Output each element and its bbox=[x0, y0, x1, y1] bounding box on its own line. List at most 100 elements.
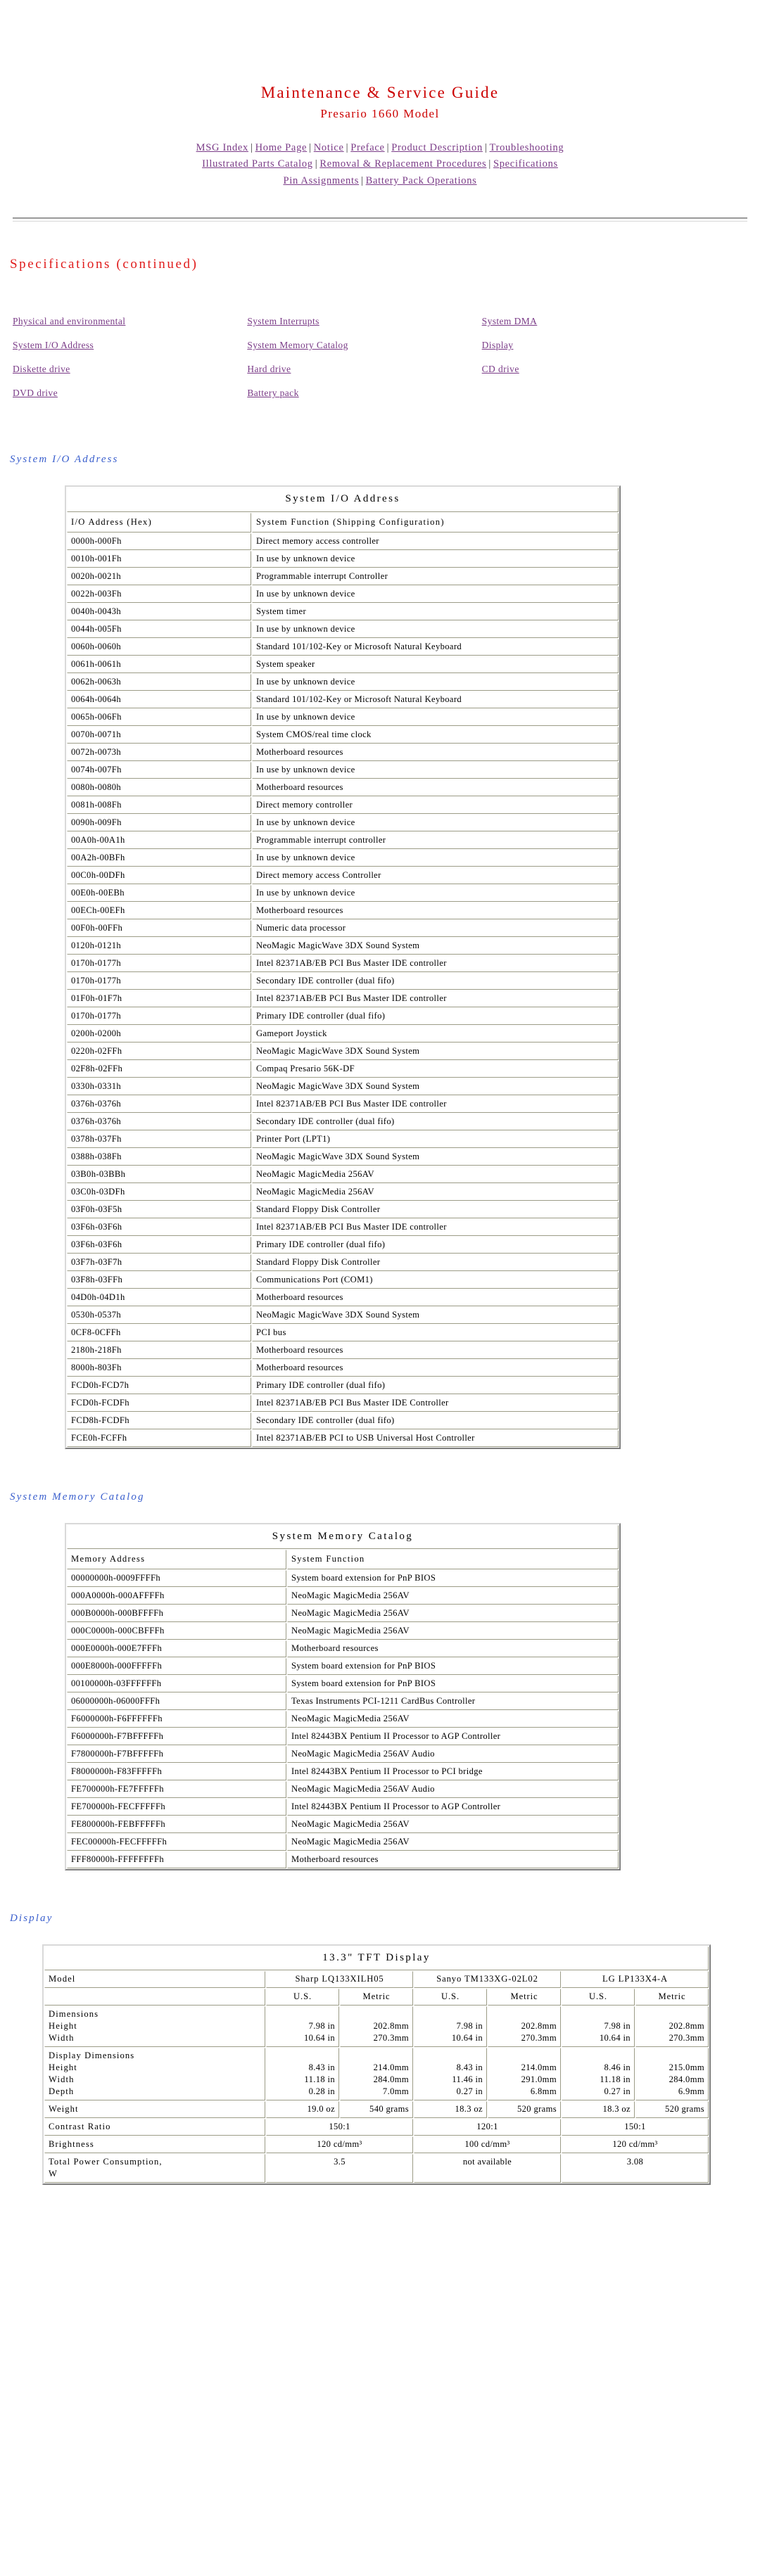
io-function-cell: Intel 82371AB/EB PCI Bus Master IDE Cont… bbox=[252, 1394, 619, 1412]
table-row: 2180h-218Fh Motherboard resources bbox=[67, 1341, 619, 1359]
table-row: Brightness 120 cd/mm³ 100 cd/mm³ 120 cd/mm³ bbox=[44, 2136, 709, 2154]
table-row: Contrast Ratio 150:1 120:1 150:1 bbox=[44, 2119, 709, 2136]
link-grid-row: System I/O Address System Memory Catalog D… bbox=[13, 340, 716, 364]
io-function-cell: Compaq Presario 56K-DF bbox=[252, 1060, 619, 1078]
nav-link-notice[interactable]: Notice bbox=[314, 142, 344, 153]
io-address-cell: 0120h-0121h bbox=[67, 937, 251, 955]
display-value-cell: 520 grams bbox=[635, 2101, 709, 2119]
table-row: 00000000h-0009FFFFh System board extensio… bbox=[67, 1569, 619, 1587]
display-value-cell: 120:1 bbox=[414, 2119, 561, 2136]
io-address-cell: 0378h-037Fh bbox=[67, 1130, 251, 1148]
table-row: F6000000h-F7BFFFFFh Intel 82443BX Pentium… bbox=[67, 1728, 619, 1745]
spec-link-diskette-drive[interactable]: Diskette drive bbox=[13, 364, 70, 374]
document-title: Maintenance & Service Guide bbox=[260, 84, 500, 101]
display-value-line: 18.3 oz bbox=[602, 2104, 631, 2115]
io-function-cell: In use by unknown device bbox=[252, 673, 619, 691]
io-function-cell: Direct memory access Controller bbox=[252, 867, 619, 884]
memory-function-cell: NeoMagic MagicMedia 256AV bbox=[287, 1833, 619, 1851]
display-value-cell: 150:1 bbox=[266, 2119, 414, 2136]
io-address-cell: 8000h-803Fh bbox=[67, 1359, 251, 1377]
display-row-label-line: Depth bbox=[49, 2086, 75, 2097]
display-value-cell: 120 cd/mm³ bbox=[266, 2136, 414, 2154]
io-address-cell: 0070h-0071h bbox=[67, 726, 251, 744]
table-row: 00F0h-00FFh Numeric data processor bbox=[67, 919, 619, 937]
io-function-cell: Gameport Joystick bbox=[252, 1025, 619, 1042]
memory-address-cell: F6000000h-F7BFFFFFh bbox=[67, 1728, 286, 1745]
display-value-line: 10.64 in bbox=[303, 2033, 336, 2043]
io-address-cell: 04D0h-04D1h bbox=[67, 1289, 251, 1306]
display-value-line: 18.3 oz bbox=[455, 2104, 483, 2115]
spec-link-physical-and-environmental[interactable]: Physical and environmental bbox=[13, 316, 125, 326]
io-function-cell: Motherboard resources bbox=[252, 902, 619, 919]
spec-link-system-memory-catalog[interactable]: System Memory Catalog bbox=[247, 340, 348, 350]
nav-link-home-page[interactable]: Home Page bbox=[255, 142, 308, 153]
spec-link-system-dma[interactable]: System DMA bbox=[482, 316, 538, 326]
nav-link-removal-replacement-procedures[interactable]: Removal & Replacement Procedures bbox=[319, 158, 486, 170]
table-row: 00100000h-03FFFFFFh System board extensio… bbox=[67, 1675, 619, 1692]
display-value-cell: 540 grams bbox=[340, 2101, 414, 2119]
nav-row-3: Pin Assignments | Battery Pack Operations bbox=[0, 173, 760, 189]
system-io-address-table-wrap: System I/O Address I/O Address (Hex) Sys… bbox=[0, 485, 760, 1449]
io-address-cell: 0060h-0060h bbox=[67, 638, 251, 656]
system-io-address-table: System I/O Address I/O Address (Hex) Sys… bbox=[65, 485, 621, 1449]
nav-link-battery-pack-operations[interactable]: Battery Pack Operations bbox=[366, 175, 477, 186]
table-row: Display Dimensions Height Width Depth 8.43 … bbox=[44, 2048, 709, 2101]
document-subtitle: Presario 1660 Model bbox=[320, 106, 440, 120]
io-function-cell: PCI bus bbox=[252, 1324, 619, 1341]
display-value-line bbox=[566, 2008, 631, 2020]
display-row-label-line: W bbox=[49, 2169, 58, 2179]
spec-link-cd-drive[interactable]: CD drive bbox=[482, 364, 519, 374]
display-value-cell: 7.98 in 10.64 in bbox=[414, 2006, 487, 2048]
nav-link-msg-index[interactable]: MSG Index bbox=[196, 142, 248, 153]
display-value-cell: 7.98 in 10.64 in bbox=[561, 2006, 635, 2048]
table-row: 0022h-003Fh In use by unknown device bbox=[67, 585, 619, 603]
io-address-cell: 0376h-0376h bbox=[67, 1095, 251, 1113]
spec-link-system-interrupts[interactable]: System Interrupts bbox=[247, 316, 319, 326]
spec-link-hard-drive[interactable]: Hard drive bbox=[247, 364, 291, 374]
io-function-cell: Motherboard resources bbox=[252, 744, 619, 761]
table-caption: System I/O Address bbox=[67, 487, 619, 512]
display-row-label-line: Weight bbox=[49, 2104, 79, 2115]
io-address-cell: 0062h-0063h bbox=[67, 673, 251, 691]
table-row: 0220h-02FFh NeoMagic MagicWave 3DX Sound … bbox=[67, 1042, 619, 1060]
table-row: 000B0000h-000BFFFFh NeoMagic MagicMedia 2… bbox=[67, 1605, 619, 1622]
display-value-line: 202.8mm bbox=[521, 2021, 557, 2032]
display-value-line: 270.3mm bbox=[669, 2033, 704, 2043]
display-value-line bbox=[270, 2050, 335, 2062]
display-value-line bbox=[492, 2008, 557, 2020]
table-row: 0330h-0331h NeoMagic MagicWave 3DX Sound … bbox=[67, 1078, 619, 1095]
table-row: FE800000h-FEBFFFFFh NeoMagic MagicMedia 2… bbox=[67, 1816, 619, 1833]
memory-function-cell: Intel 82443BX Pentium II Processor to PC… bbox=[287, 1763, 619, 1780]
display-row-label-line: Width bbox=[49, 2074, 75, 2085]
table-row: 0000h-000Fh Direct memory access controll… bbox=[67, 533, 619, 550]
memory-address-cell: FFF80000h-FFFFFFFFh bbox=[67, 1851, 286, 1868]
spec-link-battery-pack[interactable]: Battery pack bbox=[247, 388, 298, 398]
spec-link-system-i-o-address[interactable]: System I/O Address bbox=[13, 340, 94, 350]
nav-separator: | bbox=[251, 141, 253, 153]
table-row: 0070h-0071h System CMOS/real time clock bbox=[67, 726, 619, 744]
page-title: Specifications (continued) bbox=[10, 257, 198, 272]
spec-link-display[interactable]: Display bbox=[482, 340, 514, 350]
nav-link-troubleshooting[interactable]: Troubleshooting bbox=[490, 142, 564, 153]
display-value-line: 11.18 in bbox=[600, 2074, 631, 2085]
io-function-cell: Primary IDE controller (dual fifo) bbox=[252, 1007, 619, 1025]
nav-link-preface[interactable]: Preface bbox=[350, 142, 384, 153]
table-row: 01F0h-01F7h Intel 82371AB/EB PCI Bus Mast… bbox=[67, 990, 619, 1007]
io-address-cell: 2180h-218Fh bbox=[67, 1341, 251, 1359]
table-row: 02F8h-02FFh Compaq Presario 56K-DF bbox=[67, 1060, 619, 1078]
display-value-line: 11.18 in bbox=[304, 2074, 336, 2085]
section-heading-system-io-address: System I/O Address bbox=[10, 454, 119, 466]
display-value-cell: 18.3 oz bbox=[561, 2101, 635, 2119]
nav-link-product-description[interactable]: Product Description bbox=[391, 142, 483, 153]
display-value-line: 7.0mm bbox=[382, 2086, 410, 2097]
nav-link-pin-assignments[interactable]: Pin Assignments bbox=[283, 175, 359, 186]
io-function-cell: NeoMagic MagicMedia 256AV bbox=[252, 1166, 619, 1183]
spec-link-dvd-drive[interactable]: DVD drive bbox=[13, 388, 58, 398]
display-value-line bbox=[344, 2008, 409, 2020]
memory-address-cell: 000B0000h-000BFFFFh bbox=[67, 1605, 286, 1622]
memory-address-cell: F8000000h-F83FFFFFh bbox=[67, 1763, 286, 1780]
display-value-line: 270.3mm bbox=[521, 2033, 557, 2043]
nav-link-illustrated-parts-catalog[interactable]: Illustrated Parts Catalog bbox=[202, 158, 313, 170]
display-value-line: 540 grams bbox=[369, 2104, 410, 2115]
nav-link-specifications[interactable]: Specifications bbox=[493, 158, 558, 170]
